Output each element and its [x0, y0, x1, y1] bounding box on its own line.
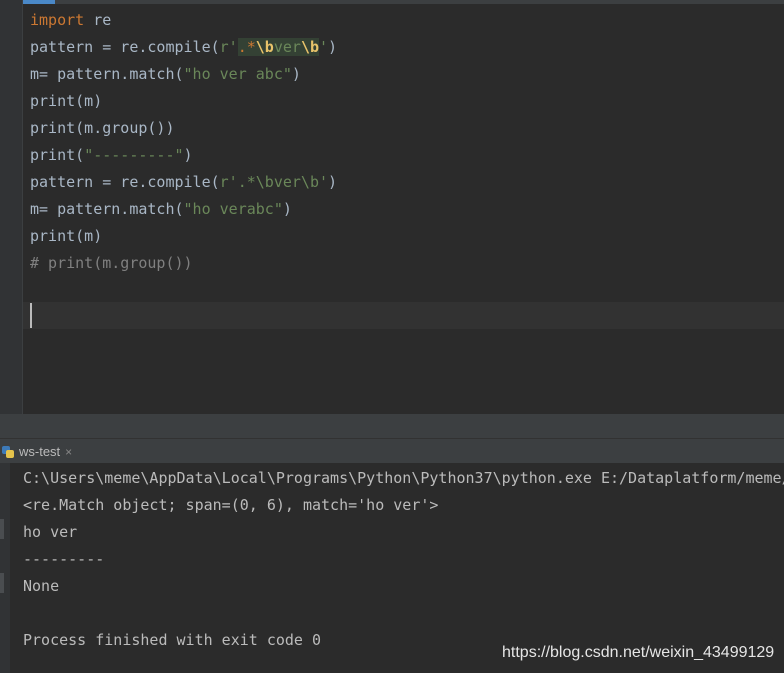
string-literal: "ho ver abc" [183, 65, 292, 83]
code-text: m= pattern.match( [30, 65, 184, 83]
string-literal: "---------" [84, 146, 184, 164]
code-comment: # print(m.group()) [30, 254, 193, 272]
code-line-10: # print(m.group()) [30, 250, 193, 277]
code-line-1: import re [30, 7, 111, 34]
code-text: pattern = re.compile( [30, 173, 220, 191]
console-line-output: <re.Match object; span=(0, 6), match='ho… [23, 496, 439, 514]
regex-token: .* [237, 38, 256, 56]
panel-divider[interactable] [0, 414, 784, 438]
code-editor[interactable]: import re pattern = re.compile(r'.*\bver… [0, 0, 784, 414]
code-text: print(m.group()) [30, 119, 175, 137]
string-literal: r'.*\bver\b' [219, 173, 329, 191]
close-icon[interactable]: × [65, 445, 72, 459]
console-marker [0, 519, 4, 539]
code-line-5: print(m.group()) [30, 115, 175, 142]
code-text: print(m) [30, 92, 103, 110]
console-line-output: ho ver [23, 523, 78, 541]
console-gutter [0, 463, 10, 673]
code-line-6: print("---------") [30, 142, 193, 169]
regex-literal: ver [273, 38, 301, 56]
code-line-8: m= pattern.match("ho verabc") [30, 196, 292, 223]
code-line-4: print(m) [30, 88, 102, 115]
console-line-exit: Process finished with exit code 0 [23, 631, 322, 649]
run-tool-window-header: ws-test × [0, 438, 784, 464]
string-literal: "ho verabc" [183, 200, 283, 218]
code-text: print( [30, 146, 85, 164]
console-line-output: --------- [23, 550, 105, 568]
keyword: import [30, 11, 85, 29]
code-text: ) [328, 38, 338, 56]
run-console[interactable]: C:\Users\meme\AppData\Local\Programs\Pyt… [0, 463, 784, 673]
code-text: re [84, 11, 112, 29]
code-text: ) [183, 146, 193, 164]
code-line-9: print(m) [30, 223, 102, 250]
code-text: ) [328, 173, 338, 191]
code-line-7: pattern = re.compile(r'.*\bver\b') [30, 169, 337, 196]
regex-escape: \b [255, 38, 274, 56]
code-text: m= pattern.match( [30, 200, 184, 218]
string-prefix: r' [219, 38, 238, 56]
code-text: print(m) [30, 227, 103, 245]
python-icon [2, 445, 14, 458]
run-tab-ws-test[interactable]: ws-test × [0, 439, 78, 464]
watermark: https://blog.csdn.net/weixin_43499129 [502, 644, 775, 661]
line-gutter [0, 0, 23, 414]
string-quote: ' [319, 38, 329, 56]
code-text: pattern = re.compile( [30, 38, 220, 56]
run-tab-label: ws-test [19, 444, 61, 459]
code-line-3: m= pattern.match("ho ver abc") [30, 61, 301, 88]
console-line-command: C:\Users\meme\AppData\Local\Programs\Pyt… [23, 469, 784, 487]
code-text: ) [291, 65, 301, 83]
editor-tab-strip [0, 0, 784, 4]
console-marker [0, 573, 4, 593]
text-caret [30, 303, 32, 328]
regex-escape: \b [300, 38, 319, 56]
code-text: ) [282, 200, 292, 218]
console-line-output: None [23, 577, 60, 595]
current-line-highlight [23, 302, 784, 329]
code-line-2: pattern = re.compile(r'.*\bver\b') [30, 34, 337, 61]
